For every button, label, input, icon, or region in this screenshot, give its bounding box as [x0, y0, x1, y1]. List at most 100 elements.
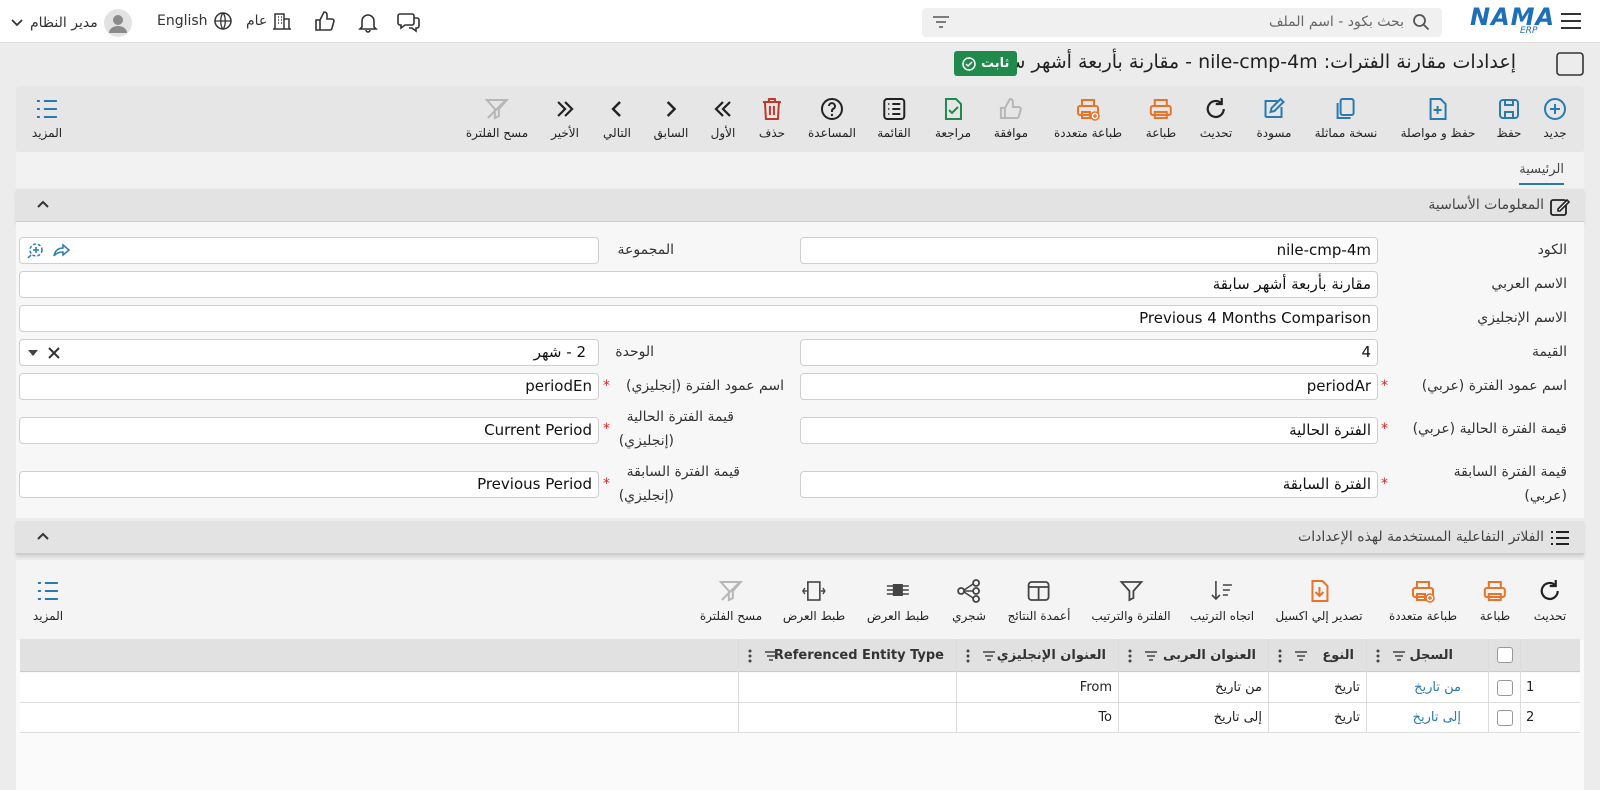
column-header[interactable]: Referenced Entity Type — [774, 648, 944, 663]
toolbar-print-button[interactable]: طباعة — [1146, 96, 1176, 140]
previous-en-field[interactable]: Previous Period — [19, 471, 599, 498]
search-input[interactable]: بحث بكود - اسم الملف — [1269, 14, 1404, 30]
search-box[interactable]: بحث بكود - اسم الملف — [922, 8, 1442, 37]
toolbar-review-button[interactable]: مراجعة — [935, 96, 971, 140]
save-icon — [1496, 96, 1522, 122]
row-checkbox[interactable] — [1497, 710, 1513, 726]
grid-excel-export-button[interactable]: تصدير إلي اكسيل — [1275, 578, 1363, 623]
column-header[interactable]: النوع — [1322, 648, 1354, 663]
period-col-ar-label: اسم عمود الفترة (عربي) — [1421, 378, 1567, 394]
column-separator — [1488, 639, 1489, 733]
grid-tree-button[interactable]: شجري — [952, 578, 986, 623]
row-number: 1 — [1526, 680, 1535, 695]
toolbar-thumbs-up-button[interactable]: موافقة — [994, 96, 1028, 140]
code-field[interactable]: nile-cmp-4m — [800, 237, 1378, 264]
column-menu-icon[interactable] — [1278, 649, 1282, 663]
user-menu[interactable]: مدير النظام — [10, 9, 132, 37]
select-all-checkbox[interactable] — [1497, 647, 1513, 663]
toolbar-first-button[interactable]: الأول — [710, 96, 736, 140]
unit-field[interactable]: 2 - شهر — [19, 339, 599, 366]
toolbar-trash-button[interactable]: حذف — [759, 96, 785, 140]
column-menu-icon[interactable] — [1128, 649, 1132, 663]
language-switch[interactable]: English — [157, 11, 233, 31]
search-plus-icon[interactable] — [27, 242, 44, 259]
column-menu-icon[interactable] — [966, 649, 970, 663]
value-field[interactable]: 4 — [800, 339, 1378, 366]
toolbar-draft-button[interactable]: مسودة — [1257, 96, 1291, 140]
toolbar-button-label: تحديث — [1199, 126, 1233, 140]
toolbar-previous-button[interactable]: السابق — [654, 96, 688, 140]
toolbar-button-label: مراجعة — [934, 126, 972, 140]
chevron-up-icon[interactable] — [36, 531, 50, 541]
period-col-ar-field[interactable]: periodAr — [800, 373, 1378, 400]
column-menu-icon[interactable] — [1376, 649, 1380, 663]
search-icon[interactable] — [1412, 13, 1430, 31]
grid-print-button[interactable]: طباعة — [1480, 578, 1510, 623]
current-ar-field[interactable]: الفترة الحالية — [800, 417, 1378, 444]
record-link[interactable]: من تاريخ — [1414, 680, 1461, 695]
toolbar-refresh-button[interactable]: تحديث — [1199, 96, 1233, 140]
grid-fit-width-button[interactable]: طبط العرض — [867, 578, 929, 623]
clear-icon[interactable] — [47, 346, 61, 360]
previous-ar-field[interactable]: الفترة السابقة — [800, 471, 1378, 498]
arabic-name-field[interactable]: مقارنة بأربعة أشهر سابقة — [19, 271, 1378, 298]
column-menu-icon[interactable] — [748, 649, 752, 663]
toolbar-plus-circle-button[interactable]: جديد — [1542, 96, 1568, 140]
basic-info-header[interactable]: المعلومات الأساسية — [16, 189, 1584, 223]
filters-section-header[interactable]: الفلاتر التفاعلية المستخدمة لهذه الإعداد… — [16, 521, 1584, 555]
column-filter-icon[interactable] — [1144, 650, 1158, 662]
column-filter-icon[interactable] — [1294, 650, 1308, 662]
group-field[interactable] — [19, 237, 599, 264]
column-filter-icon[interactable] — [982, 650, 996, 662]
tab-main[interactable]: الرئيسية — [1519, 162, 1564, 185]
toolbar-next-button[interactable]: التالي — [603, 96, 631, 140]
period-col-en-field[interactable]: periodEn — [19, 373, 599, 400]
grid-button-label: تصدير إلي اكسيل — [1275, 609, 1363, 623]
plus-circle-icon — [1542, 96, 1568, 122]
grid-clear-filter-button[interactable]: مسح الفلترة — [700, 578, 762, 623]
grid-refresh-button[interactable]: تحديث — [1534, 578, 1566, 623]
grid-autosize-button[interactable]: طبط العرض — [783, 578, 845, 623]
toolbar-multi-print-button[interactable]: طباعة متعددة — [1054, 96, 1122, 140]
column-filter-icon[interactable] — [764, 650, 778, 662]
app-menu-icon[interactable] — [1560, 11, 1582, 31]
last-icon — [551, 96, 579, 122]
toolbar-duplicate-button[interactable]: نسخة مماثلة — [1315, 96, 1377, 140]
grid-button-label: طبط العرض — [866, 609, 930, 623]
open-link-icon[interactable] — [53, 243, 71, 257]
more-button[interactable]: المزيد — [32, 96, 62, 140]
row-checkbox[interactable] — [1497, 680, 1513, 696]
thumbs-up-icon[interactable] — [314, 10, 336, 32]
chevron-up-icon[interactable] — [36, 199, 50, 209]
branch-selector[interactable]: عام — [246, 11, 292, 31]
filter-lines-icon[interactable] — [932, 15, 950, 29]
basic-info-title: المعلومات الأساسية — [1428, 197, 1544, 213]
notification-bell-icon[interactable] — [357, 11, 379, 33]
grid-more-button[interactable]: المزيد — [33, 578, 63, 623]
toolbar-clear-filter-button[interactable]: مسح الفلترة — [466, 96, 528, 140]
excel-export-icon — [1275, 578, 1362, 604]
grid-multi-print-button[interactable]: طباعة متعددة — [1389, 578, 1457, 623]
dropdown-caret-icon[interactable] — [28, 350, 38, 356]
list-icon — [1550, 529, 1570, 547]
grid-columns-button[interactable]: أعمدة النتائج — [1008, 578, 1070, 623]
column-header[interactable]: السجل — [1409, 648, 1453, 663]
title-en-cell: From — [1079, 680, 1112, 695]
brand-logo[interactable]: NAMA ERP — [1470, 4, 1554, 38]
toolbar-save-button[interactable]: حفظ — [1496, 96, 1522, 140]
value-label: القيمة — [1531, 344, 1567, 360]
current-en-field[interactable]: Current Period — [19, 417, 599, 444]
column-header[interactable]: العنوان العربى — [1163, 648, 1256, 663]
english-name-field[interactable]: Previous 4 Months Comparison — [19, 305, 1378, 332]
grid-sort-direction-button[interactable]: اتجاه الترتيب — [1190, 578, 1254, 623]
column-filter-icon[interactable] — [1392, 650, 1406, 662]
chat-icon[interactable] — [397, 11, 421, 33]
record-link[interactable]: إلى تاريخ — [1413, 710, 1461, 725]
toolbar-last-button[interactable]: الأخير — [551, 96, 579, 140]
chevron-down-icon — [10, 18, 24, 28]
toolbar-help-button[interactable]: المساعدة — [808, 96, 856, 140]
toolbar-list-button[interactable]: القائمة — [877, 96, 911, 140]
grid-filter-button[interactable]: الفلترة والترتيب — [1091, 578, 1171, 623]
toolbar-save-continue-button[interactable]: حفظ و مواصلة — [1401, 96, 1475, 140]
column-header[interactable]: العنوان الإنجليزي — [997, 648, 1106, 663]
